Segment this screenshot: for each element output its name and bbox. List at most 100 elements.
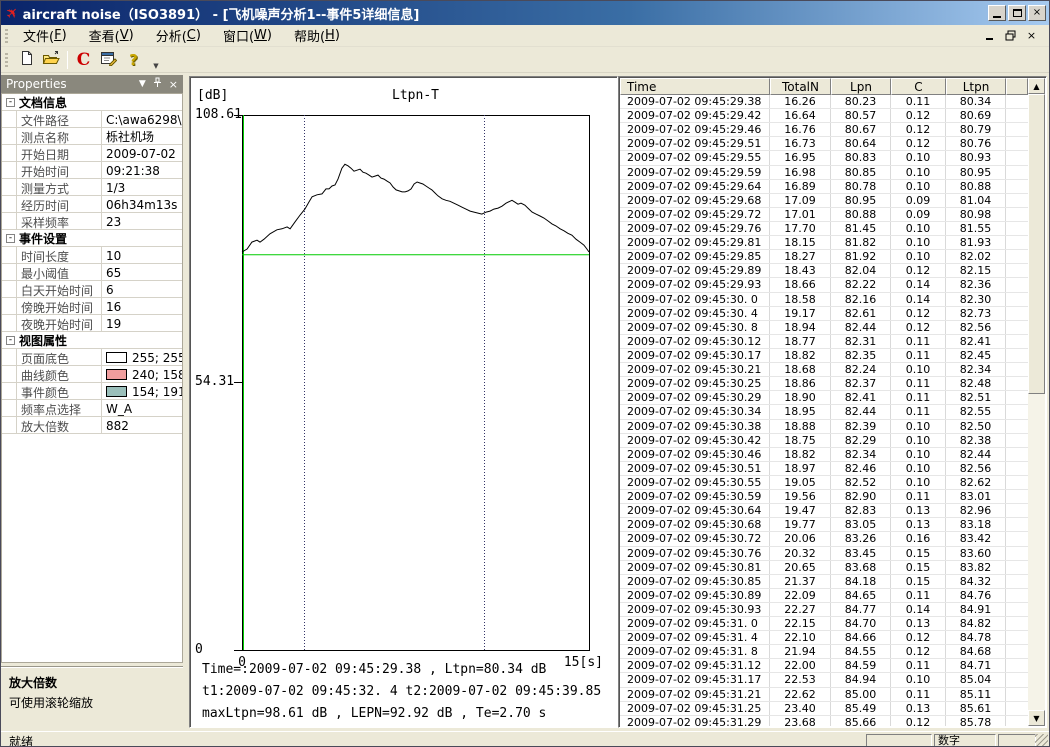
property-value[interactable]: 882 — [102, 417, 182, 433]
table-row[interactable]: 2009-07-02 09:45:30.8922.0984.650.1184.7… — [620, 589, 1028, 603]
table-row[interactable]: 2009-07-02 09:45:30.9322.2784.770.1484.9… — [620, 603, 1028, 617]
table-row[interactable]: 2009-07-02 09:45:31.1222.0084.590.1184.7… — [620, 659, 1028, 673]
property-row[interactable]: 夜晚开始时间19 — [2, 315, 182, 332]
table-row[interactable]: 2009-07-02 09:45:29.8918.4382.040.1282.1… — [620, 264, 1028, 278]
table-row[interactable]: 2009-07-02 09:45:29.6416.8980.780.1080.8… — [620, 180, 1028, 194]
column-header-totaln[interactable]: TotalN — [770, 78, 831, 95]
menu-item-file[interactable]: 文件(F) — [12, 25, 78, 46]
close-button[interactable]: × — [1028, 5, 1046, 21]
table-scrollbar[interactable]: ▲ ▼ — [1028, 78, 1045, 726]
maximize-button[interactable] — [1008, 5, 1026, 21]
property-value[interactable]: 23 — [102, 213, 182, 229]
menu-grip[interactable] — [5, 29, 8, 43]
property-row[interactable]: 白天开始时间6 — [2, 281, 182, 298]
table-row[interactable]: 2009-07-02 09:45:30.4218.7582.290.1082.3… — [620, 434, 1028, 448]
property-row[interactable]: 时间长度10 — [2, 247, 182, 264]
property-row[interactable]: 曲线颜色240; 158; 15 — [2, 366, 182, 383]
minimize-button[interactable] — [988, 5, 1006, 21]
column-header-c[interactable]: C — [891, 78, 946, 95]
property-value[interactable]: 2009-07-02 — [102, 145, 182, 161]
property-value[interactable]: 06h34m13s — [102, 196, 182, 212]
scrollbar-up-arrow-icon[interactable]: ▲ — [1028, 78, 1045, 94]
property-value[interactable]: 16 — [102, 298, 182, 314]
property-category-view-props[interactable]: -视图属性 — [2, 332, 182, 349]
resize-grip[interactable] — [1035, 734, 1048, 747]
column-header-lpn[interactable]: Lpn — [831, 78, 891, 95]
property-category-event-settings[interactable]: -事件设置 — [2, 230, 182, 247]
table-row[interactable]: 2009-07-02 09:45:31. 422.1084.660.1284.7… — [620, 631, 1028, 645]
table-row[interactable]: 2009-07-02 09:45:31. 022.1584.700.1384.8… — [620, 617, 1028, 631]
mdi-minimize-button[interactable] — [982, 29, 997, 43]
collapse-minus-icon[interactable]: - — [6, 234, 15, 243]
menu-item-view[interactable]: 查看(V) — [78, 25, 145, 46]
table-row[interactable]: 2009-07-02 09:45:30.5118.9782.460.1082.5… — [620, 462, 1028, 476]
table-row[interactable]: 2009-07-02 09:45:30.6419.4782.830.1382.9… — [620, 504, 1028, 518]
mdi-restore-button[interactable] — [1003, 29, 1018, 43]
table-row[interactable]: 2009-07-02 09:45:30.2118.6882.240.1082.3… — [620, 363, 1028, 377]
table-row[interactable]: 2009-07-02 09:45:29.5916.9880.850.1080.9… — [620, 166, 1028, 180]
property-value[interactable]: 6 — [102, 281, 182, 297]
property-value[interactable]: 240; 158; 15 — [102, 366, 182, 382]
property-row[interactable]: 最小阈值65 — [2, 264, 182, 281]
property-value[interactable]: C:\awa6298\机场 — [102, 111, 182, 127]
property-row[interactable]: 事件颜色154; 191; 18 — [2, 383, 182, 400]
table-row[interactable]: 2009-07-02 09:45:30.7220.0683.260.1683.4… — [620, 532, 1028, 546]
menu-item-help[interactable]: 帮助(H) — [283, 25, 351, 46]
toolbar-button-help[interactable]: ? — [121, 49, 146, 71]
property-value[interactable]: 1/3 — [102, 179, 182, 195]
table-row[interactable]: 2009-07-02 09:45:29.9318.6682.220.1482.3… — [620, 278, 1028, 292]
toolbar-button-new-document[interactable] — [14, 49, 39, 71]
property-value[interactable]: 255; 255; 25 — [102, 349, 182, 365]
property-row[interactable]: 文件路径C:\awa6298\机场 — [2, 111, 182, 128]
property-row[interactable]: 测量方式1/3 — [2, 179, 182, 196]
property-value[interactable]: 19 — [102, 315, 182, 331]
pin-icon[interactable] — [152, 77, 163, 91]
toolbar-button-open-file[interactable] — [39, 49, 64, 71]
property-value[interactable]: 栎社机场 — [102, 128, 182, 144]
collapse-minus-icon[interactable]: - — [6, 98, 15, 107]
toolbar-overflow-button[interactable]: ▼ — [150, 62, 162, 70]
property-row[interactable]: 测点名称栎社机场 — [2, 128, 182, 145]
property-value[interactable]: 154; 191; 18 — [102, 383, 182, 399]
table-row[interactable]: 2009-07-02 09:45:30.1218.7782.310.1182.4… — [620, 335, 1028, 349]
table-row[interactable]: 2009-07-02 09:45:31. 821.9484.550.1284.6… — [620, 645, 1028, 659]
table-row[interactable]: 2009-07-02 09:45:29.5116.7380.640.1280.7… — [620, 137, 1028, 151]
table-row[interactable]: 2009-07-02 09:45:30.2518.8682.370.1182.4… — [620, 377, 1028, 391]
table-row[interactable]: 2009-07-02 09:45:30.5919.5682.900.1183.0… — [620, 490, 1028, 504]
table-row[interactable]: 2009-07-02 09:45:29.4216.6480.570.1280.6… — [620, 109, 1028, 123]
table-row[interactable]: 2009-07-02 09:45:30.6819.7783.050.1383.1… — [620, 518, 1028, 532]
table-row[interactable]: 2009-07-02 09:45:31.1722.5384.940.1085.0… — [620, 673, 1028, 687]
scrollbar-down-arrow-icon[interactable]: ▼ — [1028, 710, 1045, 726]
table-row[interactable]: 2009-07-02 09:45:29.7217.0180.880.0980.9… — [620, 208, 1028, 222]
property-value[interactable]: 65 — [102, 264, 182, 280]
table-row[interactable]: 2009-07-02 09:45:31.2923.6885.660.1285.7… — [620, 716, 1028, 726]
table-row[interactable]: 2009-07-02 09:45:30.5519.0582.520.1082.6… — [620, 476, 1028, 490]
toolbar-grip[interactable] — [5, 53, 8, 67]
table-row[interactable]: 2009-07-02 09:45:30.3818.8882.390.1082.5… — [620, 420, 1028, 434]
scrollbar-thumb[interactable] — [1028, 94, 1045, 394]
property-row[interactable]: 频率点选择W_A — [2, 400, 182, 417]
property-value[interactable]: W_A — [102, 400, 182, 416]
property-row[interactable]: 经历时间06h34m13s — [2, 196, 182, 213]
menu-item-analysis[interactable]: 分析(C) — [145, 25, 212, 46]
table-row[interactable]: 2009-07-02 09:45:30.3418.9582.440.1182.5… — [620, 405, 1028, 419]
property-value[interactable]: 09:21:38 — [102, 162, 182, 178]
table-row[interactable]: 2009-07-02 09:45:29.7617.7081.450.1081.5… — [620, 222, 1028, 236]
table-row[interactable]: 2009-07-02 09:45:29.6817.0980.950.0981.0… — [620, 194, 1028, 208]
table-row[interactable]: 2009-07-02 09:45:30.7620.3283.450.1583.6… — [620, 547, 1028, 561]
property-row[interactable]: 开始日期2009-07-02 — [2, 145, 182, 162]
property-row[interactable]: 采样频率23 — [2, 213, 182, 230]
toolbar-button-properties[interactable] — [96, 49, 121, 71]
column-header-time[interactable]: Time — [620, 78, 770, 95]
close-icon[interactable]: × — [169, 79, 178, 90]
table-row[interactable]: 2009-07-02 09:45:31.2122.6285.000.1185.1… — [620, 688, 1028, 702]
property-row[interactable]: 页面底色255; 255; 25 — [2, 349, 182, 366]
property-row[interactable]: 放大倍数882 — [2, 417, 182, 434]
table-row[interactable]: 2009-07-02 09:45:30. 419.1782.610.1282.7… — [620, 307, 1028, 321]
table-row[interactable]: 2009-07-02 09:45:30. 818.9482.440.1282.5… — [620, 321, 1028, 335]
property-value[interactable]: 10 — [102, 247, 182, 263]
mdi-close-button[interactable]: × — [1024, 29, 1039, 43]
table-row[interactable]: 2009-07-02 09:45:29.8118.1581.820.1081.9… — [620, 236, 1028, 250]
toolbar-button-analysis-c[interactable]: C — [71, 49, 96, 71]
table-row[interactable]: 2009-07-02 09:45:29.3816.2680.230.1180.3… — [620, 95, 1028, 109]
